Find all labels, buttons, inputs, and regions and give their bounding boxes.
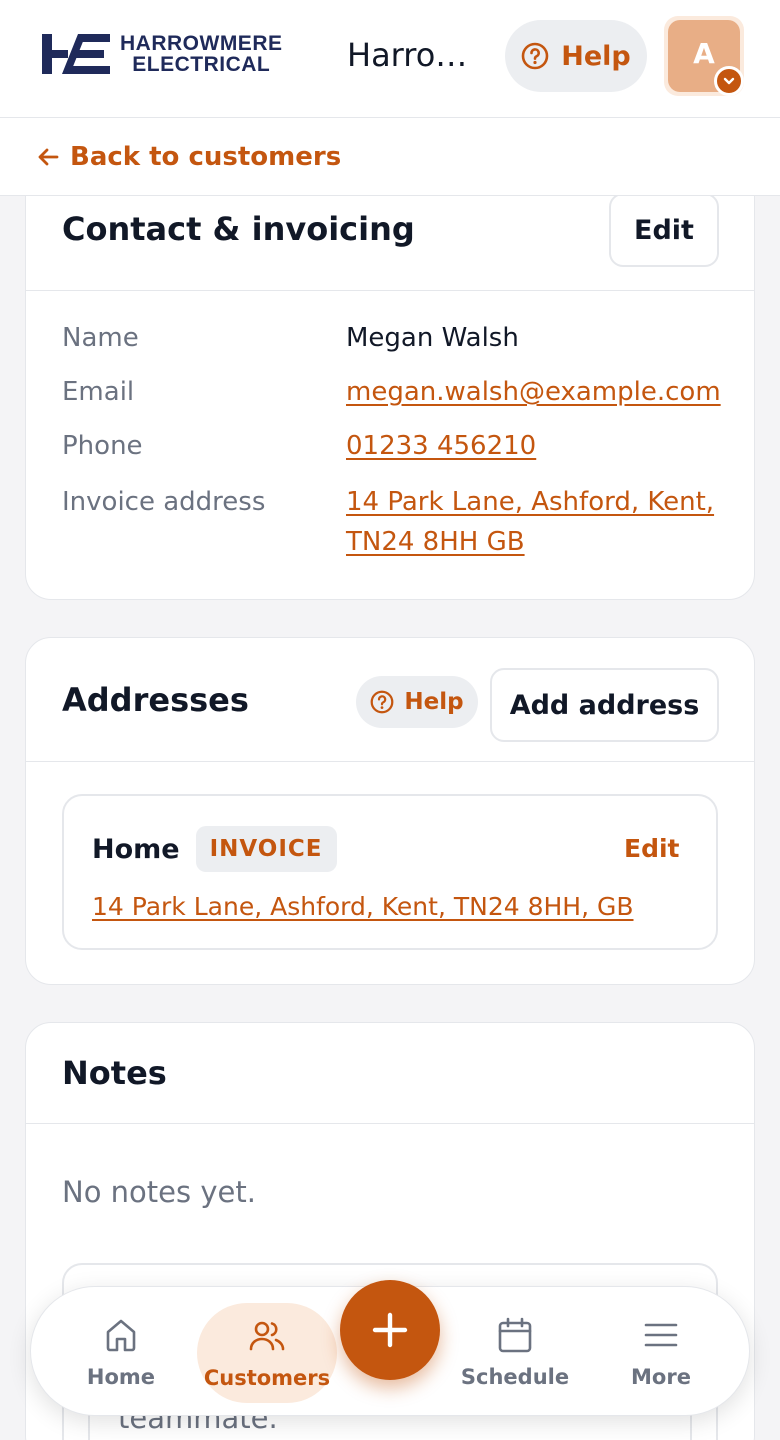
- header-help-button[interactable]: Help: [505, 20, 647, 92]
- back-label: Back to customers: [70, 141, 342, 172]
- notes-empty-text: No notes yet.: [62, 1175, 256, 1209]
- customer-name: Megan Walsh: [346, 323, 519, 353]
- field-label: Name: [62, 323, 139, 353]
- company-logo[interactable]: HARROWMERE ELECTRICAL: [40, 30, 283, 78]
- home-icon: [106, 1319, 136, 1352]
- nav-more-label: More: [631, 1365, 691, 1389]
- contact-invoicing-card: Contact & invoicing Edit Name Megan Wals…: [25, 166, 755, 600]
- addresses-help-label: Help: [404, 689, 464, 715]
- notes-card-title: Notes: [62, 1054, 167, 1092]
- edit-contact-button[interactable]: Edit: [609, 193, 719, 267]
- help-circle-icon: [521, 42, 549, 70]
- logo-mark-icon: [42, 34, 110, 74]
- sub-header: Back to customers: [0, 118, 780, 196]
- addresses-help-button[interactable]: Help: [356, 676, 478, 728]
- back-to-customers-link[interactable]: Back to customers: [36, 142, 341, 172]
- email-link[interactable]: megan.walsh@example.com: [346, 377, 721, 407]
- nav-more[interactable]: More: [591, 1287, 731, 1417]
- invoice-address-link-line2[interactable]: TN24 8HH GB: [346, 527, 525, 557]
- add-address-button[interactable]: Add address: [490, 668, 719, 742]
- nav-customers-label: Customers: [203, 1366, 331, 1390]
- nav-schedule[interactable]: Schedule: [445, 1287, 585, 1417]
- invoice-badge: INVOICE: [195, 826, 337, 872]
- contact-row-invoice-address: Invoice address 14 Park Lane, Ashford, K…: [62, 487, 722, 577]
- address-link[interactable]: 14 Park Lane, Ashford, Kent, TN24 8HH, G…: [92, 892, 634, 921]
- edit-address-button[interactable]: Edit: [624, 834, 680, 863]
- top-app-bar: HARROWMERE ELECTRICAL Harrowmere Electri…: [0, 0, 780, 118]
- nav-home-label: Home: [86, 1365, 156, 1389]
- contact-card-title: Contact & invoicing: [62, 209, 415, 248]
- calendar-icon: [498, 1317, 532, 1353]
- field-label: Invoice address: [62, 487, 266, 517]
- field-label: Phone: [62, 431, 143, 461]
- nav-customers[interactable]: Customers: [197, 1303, 337, 1403]
- brand-name: Harrowmere Electrical: [347, 36, 489, 74]
- invoice-address-link-line1[interactable]: 14 Park Lane, Ashford, Kent,: [346, 487, 714, 517]
- phone-link[interactable]: 01233 456210: [346, 431, 536, 461]
- addresses-card: Addresses Help Add address Home INVOICE …: [25, 637, 755, 985]
- address-name: Home: [92, 833, 180, 865]
- notes-card-header: Notes: [26, 1023, 754, 1124]
- header-help-label: Help: [561, 40, 631, 72]
- nav-schedule-label: Schedule: [460, 1365, 570, 1389]
- help-circle-icon: [370, 690, 394, 714]
- create-new-button[interactable]: [340, 1280, 440, 1380]
- nav-home[interactable]: Home: [51, 1287, 191, 1417]
- menu-icon: [644, 1323, 678, 1347]
- plus-icon: [372, 1312, 408, 1348]
- users-icon: [249, 1321, 285, 1351]
- addresses-card-title: Addresses: [62, 680, 249, 719]
- logo-line-1: HARROWMERE: [120, 32, 283, 55]
- arrow-left-icon: [38, 148, 59, 165]
- logo-line-2: ELECTRICAL: [132, 53, 271, 76]
- field-label: Email: [62, 377, 135, 407]
- contact-row-phone: Phone 01233 456210: [62, 431, 536, 461]
- contact-row-name: Name Megan Walsh: [62, 323, 519, 353]
- address-list-item: Home INVOICE Edit 14 Park Lane, Ashford,…: [62, 794, 718, 950]
- chevron-down-icon: [714, 66, 744, 96]
- contact-row-email: Email megan.walsh@example.com: [62, 377, 721, 407]
- user-menu-button[interactable]: A: [664, 16, 744, 96]
- addresses-card-header: Addresses Help Add address: [26, 638, 754, 762]
